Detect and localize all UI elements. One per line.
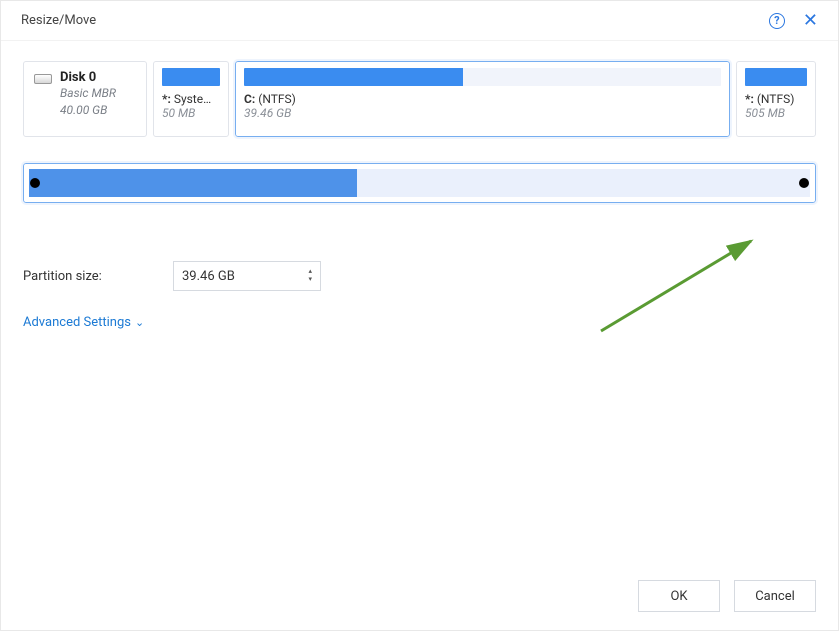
content-area: Disk 0 Basic MBR 40.00 GB *: System... 5… bbox=[1, 41, 838, 350]
chevron-down-icon: ⌄ bbox=[135, 316, 144, 329]
disk-strip: Disk 0 Basic MBR 40.00 GB *: System... 5… bbox=[23, 61, 816, 137]
dialog-title: Resize/Move bbox=[21, 13, 96, 28]
partition-recovery[interactable]: *: (NTFS) 505 MB bbox=[736, 61, 816, 137]
window-controls: ? ✕ bbox=[769, 12, 818, 30]
footer: OK Cancel bbox=[638, 580, 816, 612]
partition-size: 505 MB bbox=[745, 106, 807, 120]
disk-size: 40.00 GB bbox=[60, 102, 116, 119]
partition-usage-bar bbox=[745, 68, 807, 86]
partition-size-row: Partition size: 39.46 GB ▴ ▾ bbox=[23, 261, 816, 291]
resize-fill bbox=[29, 169, 357, 197]
partition-size: 50 MB bbox=[162, 106, 220, 120]
partition-drive: C: bbox=[244, 92, 258, 106]
partition-c[interactable]: C: (NTFS) 39.46 GB bbox=[235, 61, 730, 137]
partition-fs: System... bbox=[174, 92, 220, 106]
resize-slider bbox=[23, 163, 816, 203]
ok-button[interactable]: OK bbox=[638, 580, 720, 612]
partition-usage-bar bbox=[162, 68, 220, 86]
disk-name: Disk 0 bbox=[60, 70, 116, 85]
resize-track[interactable] bbox=[29, 169, 810, 197]
partition-size-label: Partition size: bbox=[23, 269, 173, 284]
partition-size-input[interactable]: 39.46 GB ▴ ▾ bbox=[173, 261, 321, 291]
disk-type: Basic MBR bbox=[60, 85, 116, 102]
resize-handle-left[interactable] bbox=[30, 178, 40, 188]
partition-fs: (NTFS) bbox=[757, 92, 795, 106]
partition-size-value: 39.46 GB bbox=[182, 269, 235, 284]
close-icon[interactable]: ✕ bbox=[803, 12, 818, 30]
disk-summary: Disk 0 Basic MBR 40.00 GB bbox=[23, 61, 147, 137]
resize-handle-right[interactable] bbox=[799, 178, 809, 188]
partition-drive: *: bbox=[745, 92, 757, 106]
partition-fs: (NTFS) bbox=[258, 92, 296, 106]
titlebar: Resize/Move ? ✕ bbox=[1, 1, 838, 41]
help-icon[interactable]: ? bbox=[769, 13, 785, 29]
partition-size: 39.46 GB bbox=[244, 106, 721, 120]
partition-drive: *: bbox=[162, 92, 174, 106]
partition-system[interactable]: *: System... 50 MB bbox=[153, 61, 229, 137]
step-down-icon[interactable]: ▾ bbox=[308, 276, 312, 284]
cancel-button[interactable]: Cancel bbox=[734, 580, 816, 612]
size-stepper[interactable]: ▴ ▾ bbox=[308, 268, 312, 284]
disk-icon bbox=[34, 74, 52, 84]
advanced-settings-toggle[interactable]: Advanced Settings ⌄ bbox=[23, 315, 144, 330]
resize-move-dialog: Resize/Move ? ✕ Disk 0 Basic MBR 40.00 G… bbox=[0, 0, 839, 631]
partition-usage-bar bbox=[244, 68, 721, 86]
advanced-label: Advanced Settings bbox=[23, 315, 131, 330]
